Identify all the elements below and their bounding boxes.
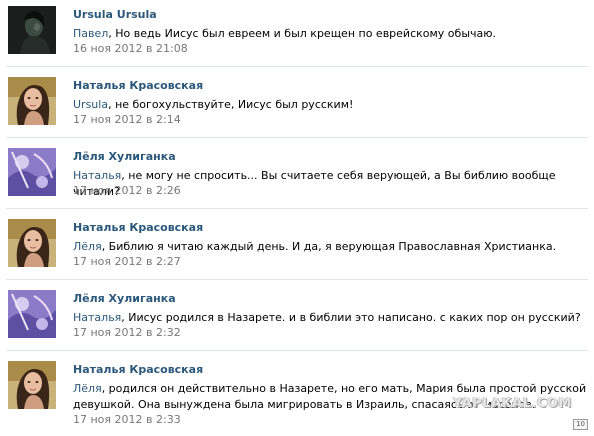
divider	[6, 137, 588, 138]
comment-author[interactable]: Наталья Красовская	[73, 79, 203, 92]
comment-item: Лёля Хулиганка Наталья, Иисус родился в …	[0, 284, 594, 356]
watermark-logo: YAPLAKAL.COM	[453, 396, 572, 411]
divider	[6, 350, 588, 351]
comment-author[interactable]: Лёля Хулиганка	[73, 292, 176, 305]
comment-item: Наталья Красовская Ursula, не богохульст…	[0, 71, 594, 143]
mention-link[interactable]: Ursula	[73, 98, 108, 111]
comment-body: , Библию я читаю каждый день. И да, я ве…	[101, 240, 557, 253]
comment-body: , Иисус родился в Назарете. и в библии э…	[121, 311, 581, 324]
avatar[interactable]	[8, 361, 56, 409]
avatar[interactable]	[8, 290, 56, 338]
comment-time[interactable]: 17 ноя 2012 в 2:26	[73, 184, 181, 197]
comment-text: Наталья, Иисус родился в Назарете. и в б…	[73, 310, 583, 326]
corner-badge: 10	[573, 419, 588, 430]
avatar[interactable]	[8, 6, 56, 54]
comment-author[interactable]: Наталья Красовская	[73, 221, 203, 234]
divider	[6, 208, 588, 209]
comment-text: Павел, Но ведь Иисус был евреем и был кр…	[73, 26, 583, 42]
comment-author[interactable]: Наталья Красовская	[73, 363, 203, 376]
avatar[interactable]	[8, 148, 56, 196]
comment-item: Ursula Ursula Павел, Но ведь Иисус был е…	[0, 0, 594, 72]
divider	[6, 279, 588, 280]
comment-body: , не богохульствуйте, Иисус был русским!	[108, 98, 354, 111]
comment-text: Лёля, Библию я читаю каждый день. И да, …	[73, 239, 583, 255]
avatar[interactable]	[8, 77, 56, 125]
mention-link[interactable]: Лёля	[73, 240, 102, 253]
comment-time[interactable]: 17 ноя 2012 в 2:27	[73, 255, 181, 268]
divider	[6, 66, 588, 67]
comment-time[interactable]: 17 ноя 2012 в 2:32	[73, 326, 181, 339]
mention-link[interactable]: Наталья	[73, 169, 121, 182]
comment-author[interactable]: Лёля Хулиганка	[73, 150, 176, 163]
mention-link[interactable]: Лёля	[73, 382, 102, 395]
comment-time[interactable]: 17 ноя 2012 в 2:33	[73, 413, 181, 426]
comment-time[interactable]: 17 ноя 2012 в 2:14	[73, 113, 181, 126]
mention-link[interactable]: Наталья	[73, 311, 121, 324]
mention-link[interactable]: Павел	[73, 27, 108, 40]
comment-item: Наталья Красовская Лёля, Библию я читаю …	[0, 213, 594, 285]
comment-time[interactable]: 16 ноя 2012 в 21:08	[73, 42, 188, 55]
comment-author[interactable]: Ursula Ursula	[73, 8, 157, 21]
avatar[interactable]	[8, 219, 56, 267]
comment-body: , Но ведь Иисус был евреем и был крещен …	[108, 27, 497, 40]
comment-item: Лёля Хулиганка Наталья, не могу не спрос…	[0, 142, 594, 214]
comment-text: Ursula, не богохульствуйте, Иисус был ру…	[73, 97, 583, 113]
